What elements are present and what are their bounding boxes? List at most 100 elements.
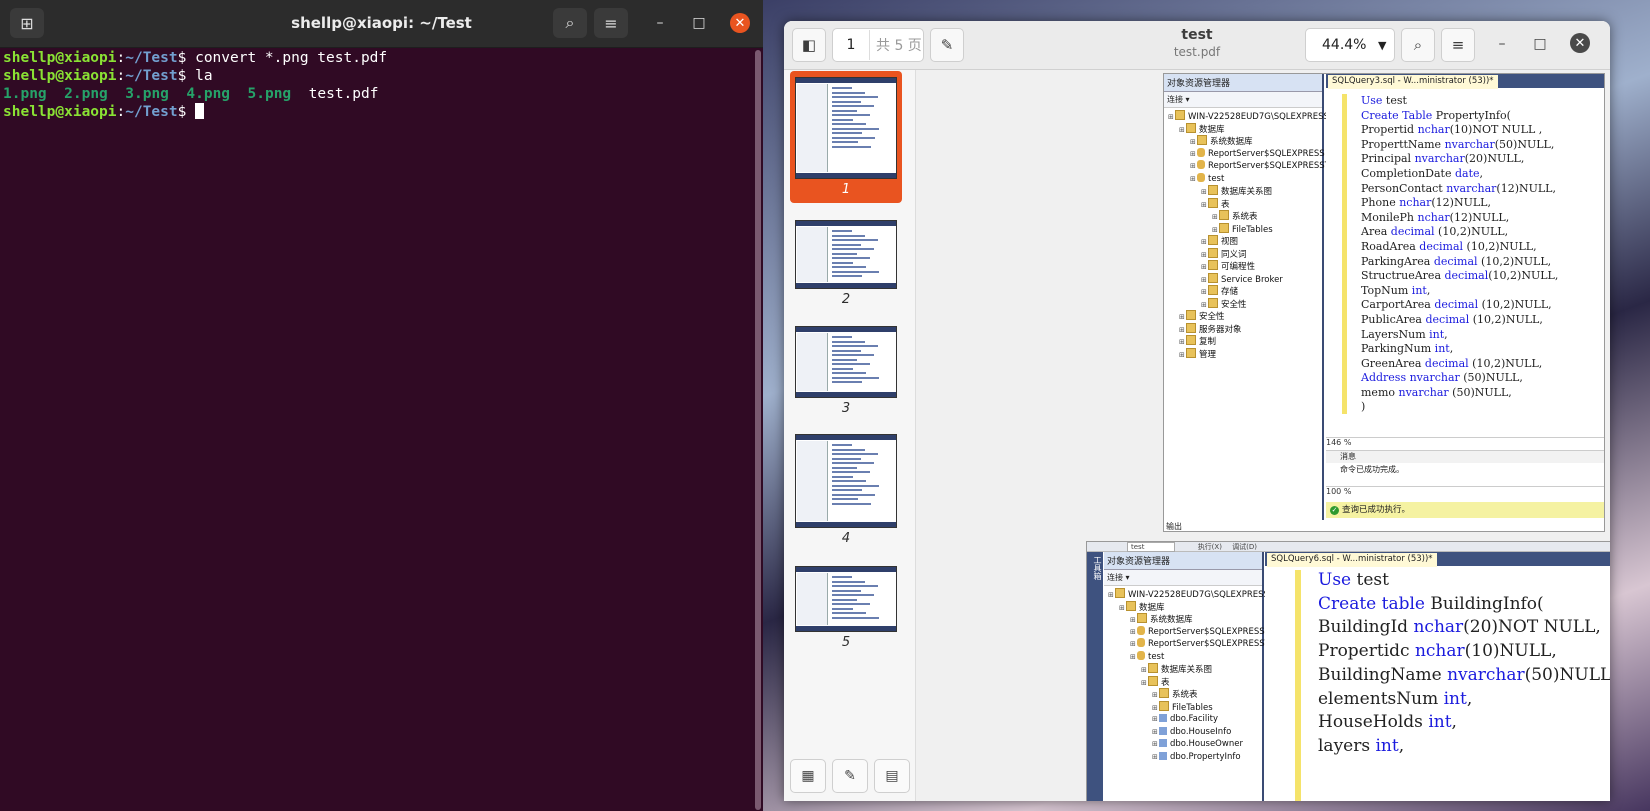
code-keyword: Create table — [1318, 593, 1425, 614]
thumbnail-label: 5 — [841, 635, 851, 650]
code-keyword: Create Table — [1361, 108, 1433, 122]
code-text: BuildingName — [1318, 664, 1448, 685]
page-thumbnail-5[interactable]: 5 — [790, 560, 902, 656]
close-icon[interactable]: ✕ — [730, 13, 750, 33]
expand-icon: ⊞ — [1152, 715, 1158, 723]
search-icon[interactable]: ⌕ — [553, 8, 587, 38]
tree-item-label: 系统数据库 — [1150, 615, 1193, 625]
menu-icon[interactable]: ≡ — [594, 8, 628, 38]
thumbnails-grid-icon[interactable]: ▦ — [790, 759, 826, 793]
code-line: GreenArea decimal (10,2)NULL, — [1361, 357, 1558, 372]
folder-icon — [1208, 185, 1218, 195]
tree-item-label: ReportServer$SQLEXPRESSTe — [1208, 161, 1334, 171]
tree-item-label: 表 — [1221, 199, 1230, 210]
tree-item-label: dbo.PropertyInfo — [1170, 751, 1241, 762]
thumbnail-label: 1 — [841, 182, 851, 197]
document-view[interactable]: 对象资源管理器 连接 ▾ ⊞ WIN-V22528EUD7G\SQLEXPRESS… — [916, 70, 1610, 801]
minimize-icon[interactable]: – — [650, 13, 670, 33]
maximize-icon[interactable]: □ — [1530, 34, 1550, 54]
tree-item: ⊞ 数据库 — [1104, 600, 1262, 614]
file-entry: 1.png — [3, 86, 47, 102]
code-keyword: date — [1455, 166, 1480, 180]
code-line: BuildingName nvarchar(50)NULL, — [1318, 664, 1610, 688]
code-text: (12)NULL, — [1431, 196, 1491, 210]
tree-item-label: FileTables — [1172, 702, 1213, 713]
code-keyword: nvarchar — [1447, 664, 1525, 685]
debug-label: 调试(D) — [1232, 543, 1258, 551]
terminal-output[interactable]: shellp@xiaopi:~/Test$ convert *.png test… — [0, 47, 753, 811]
code-keyword: int — [1434, 342, 1450, 356]
code-text: CarportArea — [1361, 298, 1435, 312]
tree-item: ⊞ 数据库 — [1164, 122, 1322, 136]
code-text: GreenArea — [1361, 356, 1425, 370]
toolbox-strip: 工具箱 — [1087, 552, 1103, 801]
code-text: Phone — [1361, 196, 1400, 210]
prompt-path: ~/Test — [125, 104, 178, 120]
code-text: (20)NOT NULL, — [1463, 617, 1601, 638]
tree-item-label: 数据库关系图 — [1161, 665, 1213, 675]
terminal-cursor — [195, 103, 205, 119]
tree-item-label: 服务器对象 — [1199, 324, 1242, 335]
code-text: (10)NULL, — [1464, 641, 1557, 662]
minimize-icon[interactable]: – — [1492, 34, 1512, 54]
code-keyword: nchar — [1417, 210, 1450, 224]
file-entry: 3.png — [125, 86, 169, 102]
thumbnail-image — [795, 220, 897, 289]
page-thumbnail-4[interactable]: 4 — [790, 428, 902, 552]
search-icon[interactable]: ⌕ — [1401, 28, 1435, 62]
file-entry: 2.png — [64, 86, 108, 102]
prompt-path: ~/Test — [125, 50, 178, 66]
expand-icon: ⊞ — [1152, 740, 1158, 748]
page-thumbnail-2[interactable]: 2 — [790, 214, 902, 313]
code-keyword: Address nvarchar — [1361, 371, 1460, 385]
prompt-path: ~/Test — [125, 68, 178, 84]
message-text: 命令已成功完成。 — [1340, 465, 1404, 474]
tree-item: ⊞ 安全性 — [1164, 310, 1322, 323]
thumbnail-image — [795, 566, 897, 632]
page-thumbnail-3[interactable]: 3 — [790, 320, 902, 422]
tree-item-label: ReportServer$SQLEXPRESS — [1148, 626, 1265, 637]
pdf-viewer-window[interactable]: ◧ 1 共 5 页 ✎ test test.pdf 44.4% ▼ ⌕ ≡ – … — [784, 21, 1610, 801]
status-bar: ✓ 查询已成功执行。 — [1326, 502, 1604, 518]
expand-icon: ⊞ — [1152, 752, 1158, 761]
code-text: TopNum — [1361, 283, 1412, 297]
terminal-window[interactable]: ⊞ shellp@xiaopi: ~/Test ⌕ ≡ – □ ✕ shellp… — [0, 0, 763, 811]
bookmarks-icon[interactable]: ▤ — [874, 759, 910, 793]
code-line: Propertid nchar(10)NOT NULL , — [1361, 123, 1558, 138]
code-text: (10,2)NULL, — [1463, 239, 1537, 253]
code-line: PersonContact nvarchar(12)NULL, — [1361, 182, 1558, 197]
code-line: ParkingNum int, — [1361, 342, 1558, 357]
code-text: (50)NULL, — [1494, 137, 1555, 151]
code-line: ProperttName nvarchar(50)NULL, — [1361, 138, 1558, 153]
tree-item: ⊞ 安全性 — [1164, 297, 1322, 311]
tree-item: ⊞ test — [1104, 650, 1262, 664]
file-entry: 5.png — [247, 86, 292, 102]
close-icon[interactable]: ✕ — [1570, 33, 1590, 53]
tree-item: ⊞ dbo.HouseOwner — [1104, 738, 1262, 751]
database-icon — [1197, 160, 1205, 169]
tree-item-label: 数据库 — [1199, 124, 1225, 135]
page-thumbnail-1[interactable]: 1 — [790, 71, 902, 203]
tree-item-label: 数据库关系图 — [1221, 187, 1273, 197]
code-line: TopNum int, — [1361, 284, 1558, 299]
annotations-icon[interactable]: ✎ — [832, 759, 868, 793]
tree-item-label: 系统数据库 — [1210, 137, 1253, 147]
command-text: $ la — [177, 68, 213, 84]
code-keyword: nvarchar — [1446, 181, 1497, 195]
code-text: PublicArea — [1361, 312, 1426, 326]
zoom-selector[interactable]: 44.4% ▼ — [1305, 28, 1395, 62]
code-text: (10,2)NULL, — [1468, 356, 1543, 370]
ls-output: 1.png 2.png 3.png 4.png 5.png test.pdf — [3, 85, 750, 103]
code-text: , — [1444, 327, 1448, 341]
maximize-icon[interactable]: □ — [689, 13, 709, 33]
terminal-scrollbar[interactable] — [755, 50, 761, 810]
thumbnail-sidebar: 1 2 3 4 5 ▦ ✎ ▤ — [784, 70, 916, 801]
code-text: PersonContact — [1361, 181, 1447, 195]
expand-icon: ⊞ — [1130, 652, 1136, 661]
prompt-user: shellp@xiaopi — [3, 50, 117, 66]
code-text: ParkingArea — [1361, 254, 1434, 268]
menu-icon[interactable]: ≡ — [1441, 28, 1475, 62]
folder-icon — [1148, 663, 1158, 673]
tree-item: ⊞ ReportServer$SQLEXPRESSTe — [1164, 160, 1334, 173]
code-line: RoadArea decimal (10,2)NULL, — [1361, 240, 1558, 255]
